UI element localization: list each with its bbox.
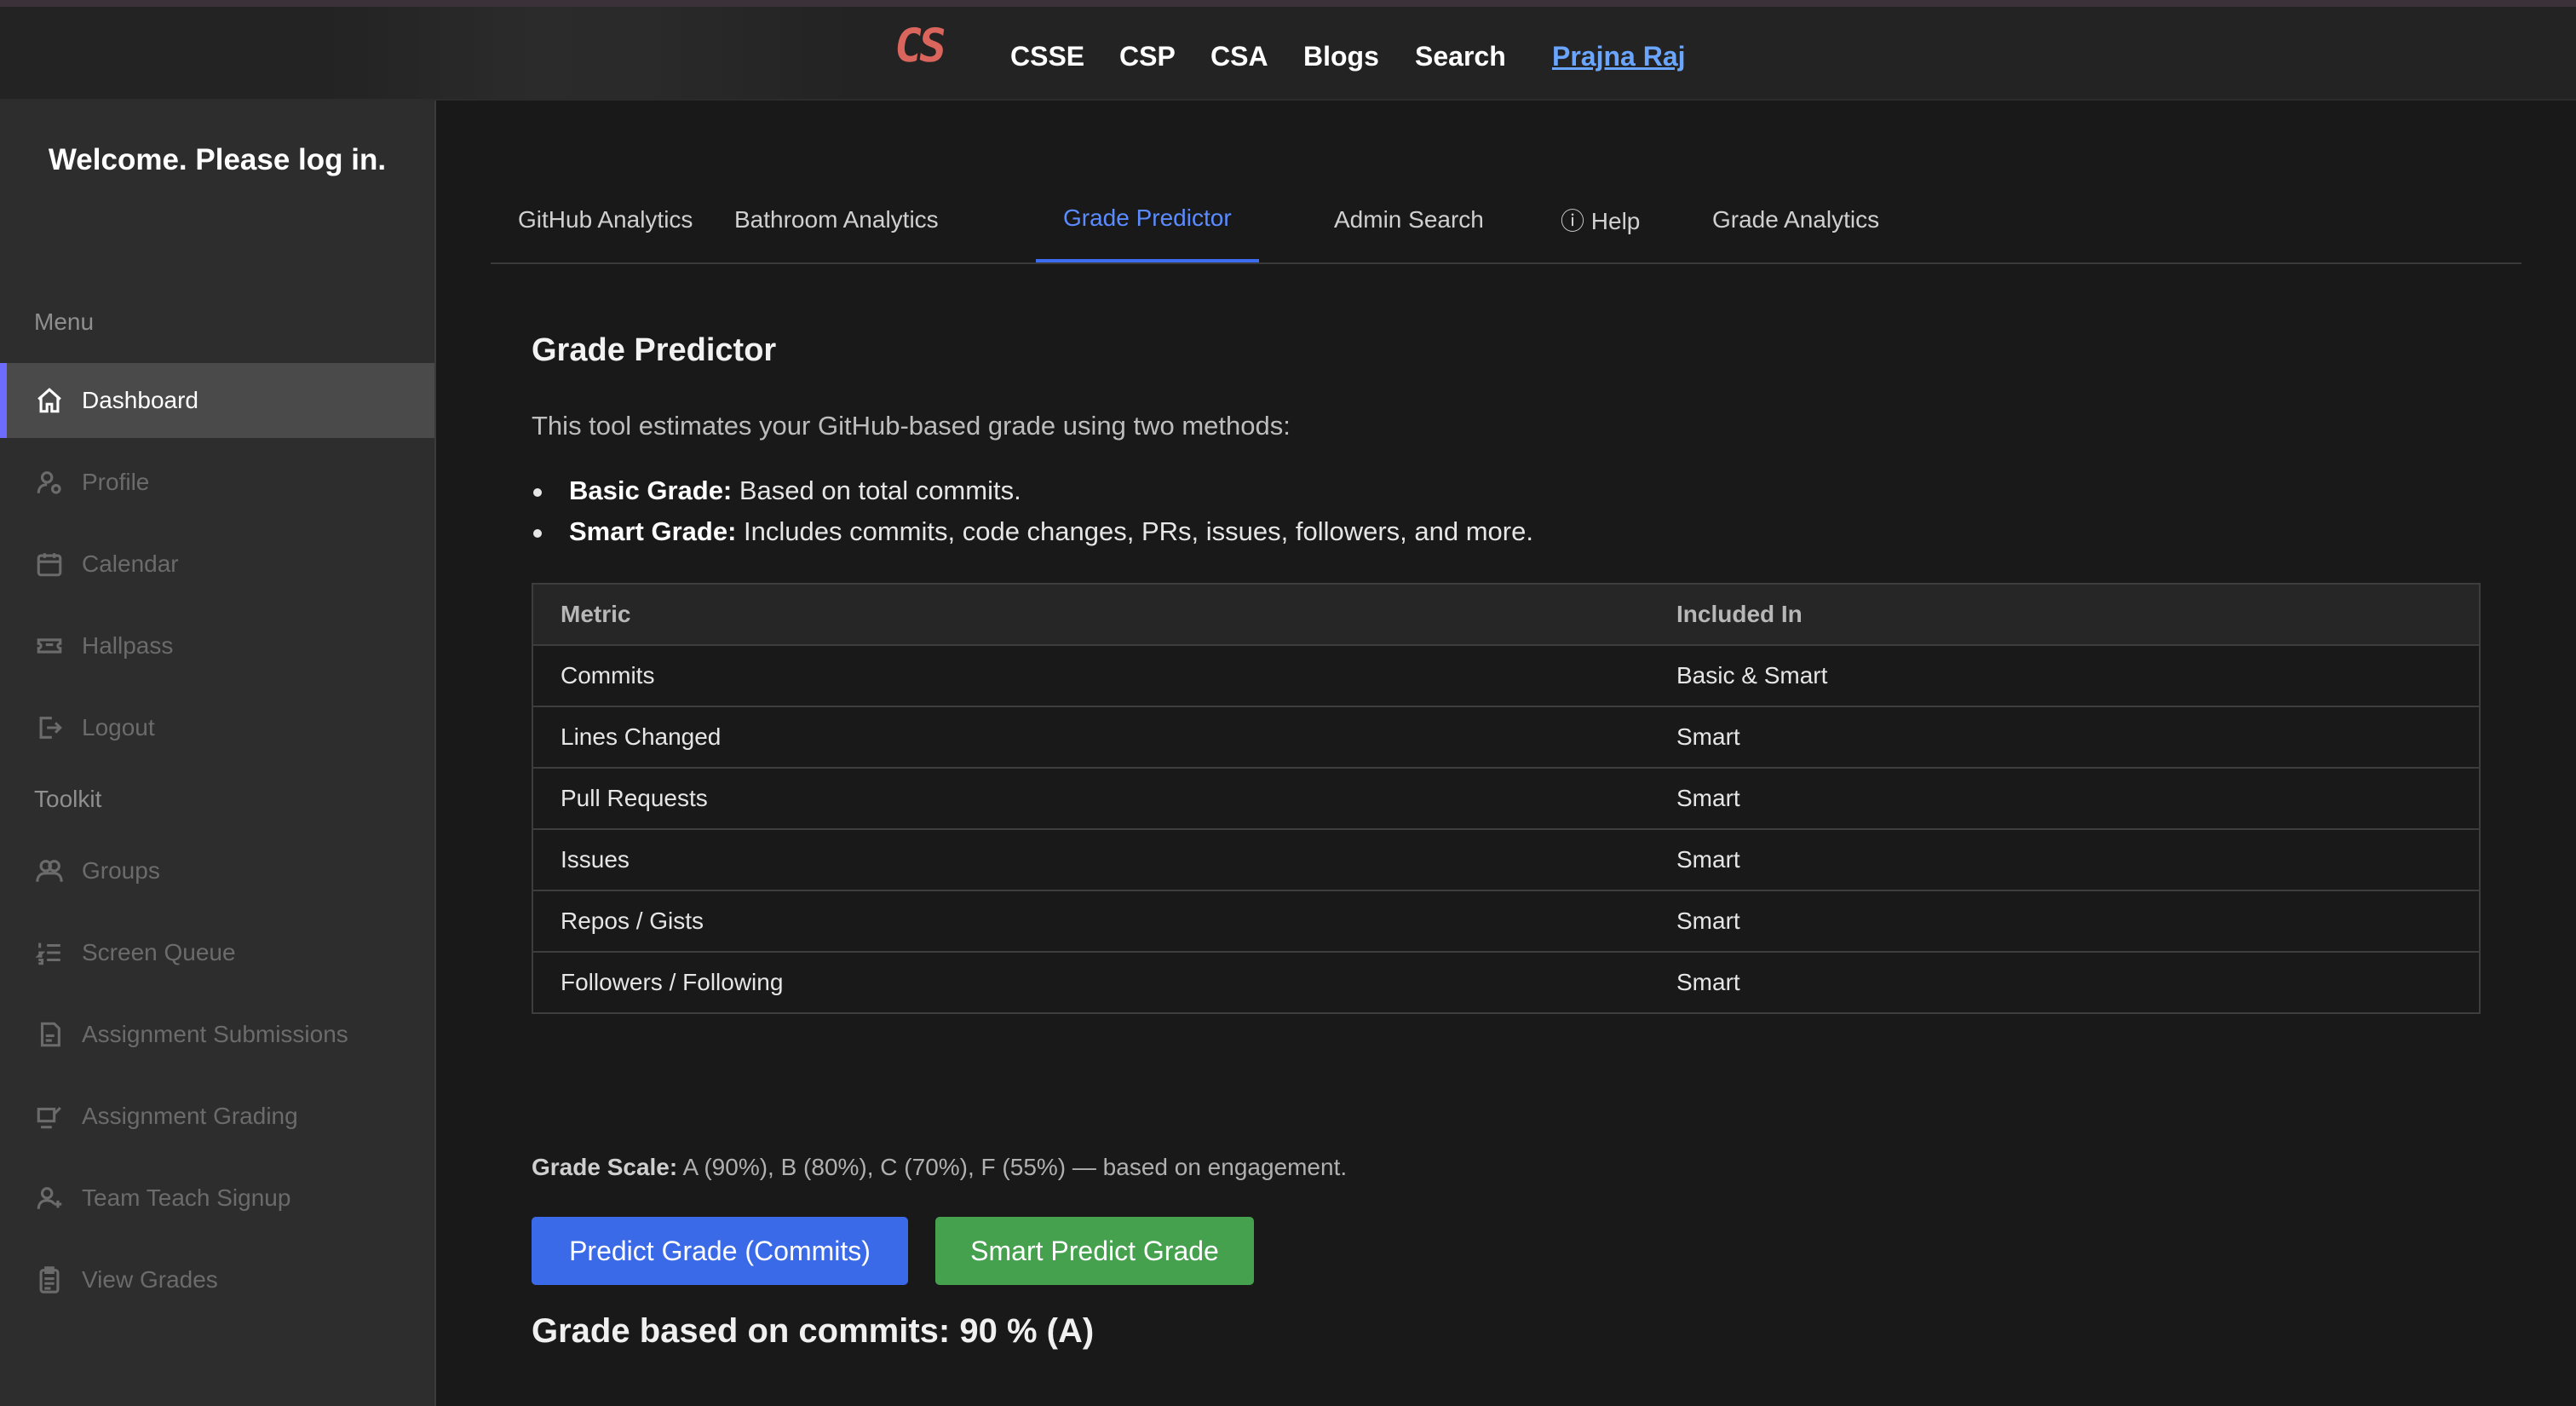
tab-bathroom-analytics[interactable]: Bathroom Analytics bbox=[707, 177, 966, 262]
nav-link-csse[interactable]: CSSE bbox=[1010, 41, 1084, 72]
sidebar-item-screen-queue[interactable]: Screen Queue bbox=[0, 915, 434, 990]
home-icon bbox=[34, 385, 65, 416]
table-row: Lines Changed Smart bbox=[532, 706, 2481, 769]
sidebar-item-label: Hallpass bbox=[82, 632, 174, 659]
sidebar-item-label: Assignment Submissions bbox=[82, 1021, 348, 1047]
users-icon bbox=[34, 856, 65, 886]
grading-icon bbox=[34, 1101, 65, 1132]
sidebar-item-profile[interactable]: Profile bbox=[0, 445, 434, 520]
method-list: Basic Grade: Based on total commits. Sma… bbox=[532, 475, 1533, 557]
metrics-table: Metric Included In Commits Basic & Smart … bbox=[532, 583, 2481, 1014]
sidebar-item-assignment-submissions[interactable]: Assignment Submissions bbox=[0, 997, 434, 1072]
sidebar-item-calendar[interactable]: Calendar bbox=[0, 527, 434, 602]
metric-cell: Repos / Gists bbox=[532, 890, 1649, 953]
column-header: Included In bbox=[1649, 583, 2481, 646]
tab-admin-search[interactable]: Admin Search bbox=[1307, 177, 1511, 262]
section-heading: Grade Predictor bbox=[532, 332, 777, 368]
list-item: Smart Grade: Includes commits, code chan… bbox=[532, 516, 1533, 557]
grade-result: Grade based on commits: 90 % (A) bbox=[532, 1312, 1095, 1350]
included-cell: Smart bbox=[1649, 767, 2481, 830]
table-row: Repos / Gists Smart bbox=[532, 890, 2481, 953]
bullet-text: Includes commits, code changes, PRs, iss… bbox=[736, 516, 1533, 546]
list-item: Basic Grade: Based on total commits. bbox=[532, 475, 1533, 516]
sidebar-item-groups[interactable]: Groups bbox=[0, 833, 434, 908]
included-cell: Smart bbox=[1649, 951, 2481, 1014]
nav-link-csa[interactable]: CSA bbox=[1210, 41, 1268, 72]
metric-cell: Issues bbox=[532, 828, 1649, 891]
smart-predict-button[interactable]: Smart Predict Grade bbox=[935, 1217, 1254, 1285]
welcome-message: Welcome. Please log in. bbox=[48, 143, 387, 176]
predict-grade-button[interactable]: Predict Grade (Commits) bbox=[532, 1217, 908, 1285]
table-row: Followers / Following Smart bbox=[532, 951, 2481, 1014]
grade-scale-note: Grade Scale: A (90%), B (80%), C (70%), … bbox=[532, 1154, 1347, 1181]
tab-grade-predictor[interactable]: Grade Predictor bbox=[1036, 177, 1259, 262]
nav-link-search[interactable]: Search bbox=[1415, 41, 1506, 72]
sidebar-item-dashboard[interactable]: Dashboard bbox=[0, 363, 434, 438]
sidebar-item-label: Dashboard bbox=[82, 387, 198, 413]
sidebar-item-label: Logout bbox=[82, 714, 155, 740]
metric-cell: Commits bbox=[532, 644, 1649, 707]
metric-cell: Pull Requests bbox=[532, 767, 1649, 830]
sidebar-item-label: Screen Queue bbox=[82, 939, 236, 965]
sidebar-item-hallpass[interactable]: Hallpass bbox=[0, 608, 434, 683]
grade-scale-text: A (90%), B (80%), C (70%), F (55%) — bas… bbox=[677, 1154, 1348, 1180]
sidebar-item-label: Calendar bbox=[82, 550, 179, 577]
sidebar-item-team-teach-signup[interactable]: Team Teach Signup bbox=[0, 1161, 434, 1236]
logout-icon bbox=[34, 712, 65, 743]
grade-scale-label: Grade Scale: bbox=[532, 1154, 678, 1180]
menu-section-label: Menu bbox=[34, 308, 95, 335]
bullet-term: Smart Grade: bbox=[569, 516, 737, 546]
tab-grade-analytics[interactable]: Grade Analytics bbox=[1685, 177, 1906, 262]
user-gear-icon bbox=[34, 467, 65, 498]
ticket-icon bbox=[34, 631, 65, 661]
clipboard-icon bbox=[34, 1265, 65, 1295]
cs-logo[interactable]: CS bbox=[891, 19, 947, 72]
sidebar-item-view-grades[interactable]: View Grades bbox=[0, 1242, 434, 1317]
calendar-icon bbox=[34, 549, 65, 579]
table-row: Issues Smart bbox=[532, 828, 2481, 891]
main-content: Dashboard GitHub Analytics Bathroom Anal… bbox=[436, 66, 2576, 1406]
metric-cell: Followers / Following bbox=[532, 951, 1649, 1014]
table-row: Commits Basic & Smart bbox=[532, 644, 2481, 707]
sidebar-item-assignment-grading[interactable]: Assignment Grading bbox=[0, 1079, 434, 1154]
nav-link-blogs[interactable]: Blogs bbox=[1303, 41, 1379, 72]
top-navbar: CS CSSE CSP CSA Blogs Search Prajna Raj bbox=[0, 0, 2576, 101]
bullet-term: Basic Grade: bbox=[569, 475, 733, 505]
sidebar-item-logout[interactable]: Logout bbox=[0, 690, 434, 765]
sidebar-item-label: Profile bbox=[82, 469, 150, 495]
tab-help[interactable]: ⓘ Help bbox=[1533, 177, 1667, 262]
ordered-list-icon bbox=[34, 937, 65, 968]
column-header: Metric bbox=[532, 583, 1649, 646]
included-cell: Smart bbox=[1649, 828, 2481, 891]
table-header-row: Metric Included In bbox=[532, 583, 2481, 646]
submission-icon bbox=[34, 1019, 65, 1050]
tab-bar: GitHub Analytics Bathroom Analytics Grad… bbox=[491, 177, 2521, 264]
bullet-text: Based on total commits. bbox=[732, 475, 1021, 505]
table-row: Pull Requests Smart bbox=[532, 767, 2481, 830]
included-cell: Smart bbox=[1649, 890, 2481, 953]
nav-link-csp[interactable]: CSP bbox=[1119, 41, 1176, 72]
sidebar-item-label: Team Teach Signup bbox=[82, 1184, 291, 1211]
included-cell: Smart bbox=[1649, 706, 2481, 769]
intro-text: This tool estimates your GitHub-based gr… bbox=[532, 411, 1291, 441]
sidebar: Welcome. Please log in. Menu Dashboard P… bbox=[0, 101, 436, 1406]
sidebar-item-label: Groups bbox=[82, 857, 160, 884]
sidebar-item-label: View Grades bbox=[82, 1266, 218, 1293]
toolkit-section-label: Toolkit bbox=[34, 786, 102, 812]
user-plus-icon bbox=[34, 1183, 65, 1213]
sidebar-item-label: Assignment Grading bbox=[82, 1103, 298, 1129]
included-cell: Basic & Smart bbox=[1649, 644, 2481, 707]
navbar-glow bbox=[324, 7, 852, 101]
tab-github-analytics[interactable]: GitHub Analytics bbox=[491, 177, 720, 262]
nav-user-link[interactable]: Prajna Raj bbox=[1552, 41, 1686, 72]
metric-cell: Lines Changed bbox=[532, 706, 1649, 769]
